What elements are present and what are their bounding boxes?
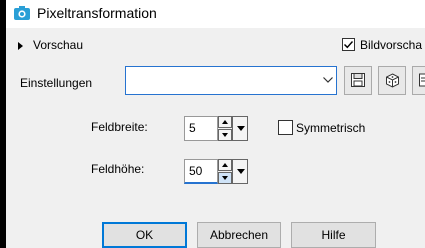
arrow-up-icon — [222, 163, 228, 167]
arrow-up-icon — [222, 120, 228, 124]
settings-label: Einstellungen — [20, 76, 93, 90]
preview-row: Vorschau Bildvorscha — [6, 32, 425, 60]
field-height-label: Feldhöhe: — [91, 162, 145, 176]
symmetric-checkbox[interactable] — [278, 120, 293, 135]
arrow-down-icon — [237, 169, 245, 174]
settings-combo[interactable] — [125, 66, 337, 95]
field-width-label: Feldbreite: — [91, 120, 148, 134]
expander-arrow-icon[interactable] — [18, 42, 23, 50]
title-bar: Pixeltransformation — [6, 0, 425, 28]
window-title: Pixeltransformation — [37, 5, 157, 21]
preset-button[interactable] — [412, 66, 425, 95]
field-height-spinner[interactable]: 50 — [184, 159, 250, 184]
arrow-down-icon — [237, 126, 245, 131]
arrow-down-icon — [222, 176, 228, 180]
field-width-steppers — [218, 116, 232, 141]
field-width-dropdown-button[interactable] — [232, 116, 248, 141]
chevron-down-icon[interactable] — [319, 67, 336, 94]
preview-toggle[interactable]: Vorschau — [33, 38, 83, 52]
cancel-button[interactable]: Abbrechen — [197, 222, 281, 248]
randomize-button[interactable] — [378, 66, 406, 95]
preview-checkbox-label[interactable]: Bildvorscha — [360, 38, 422, 52]
field-height-dropdown-button[interactable] — [232, 159, 248, 184]
field-height-steppers — [218, 159, 232, 184]
save-preset-button[interactable] — [344, 66, 372, 95]
field-width-decrement-button[interactable] — [218, 129, 232, 141]
settings-panel: Feldbreite: 5 Symmetrisch Feldhöhe: 50 O… — [6, 105, 425, 248]
field-height-input[interactable]: 50 — [184, 159, 218, 184]
camera-icon — [14, 6, 30, 20]
settings-row: Einstellungen — [6, 62, 425, 102]
symmetric-checkbox-label[interactable]: Symmetrisch — [296, 121, 365, 135]
field-width-spinner[interactable]: 5 — [184, 116, 250, 141]
help-button[interactable]: Hilfe — [291, 222, 376, 248]
field-height-decrement-button[interactable] — [218, 172, 232, 184]
ok-button[interactable]: OK — [102, 222, 187, 248]
field-width-input[interactable]: 5 — [184, 116, 218, 141]
field-height-increment-button[interactable] — [218, 159, 232, 171]
preview-checkbox[interactable] — [342, 38, 355, 51]
dialog: Pixeltransformation Vorschau Bildvorscha… — [6, 0, 425, 248]
arrow-down-icon — [222, 133, 228, 137]
field-width-increment-button[interactable] — [218, 116, 232, 128]
